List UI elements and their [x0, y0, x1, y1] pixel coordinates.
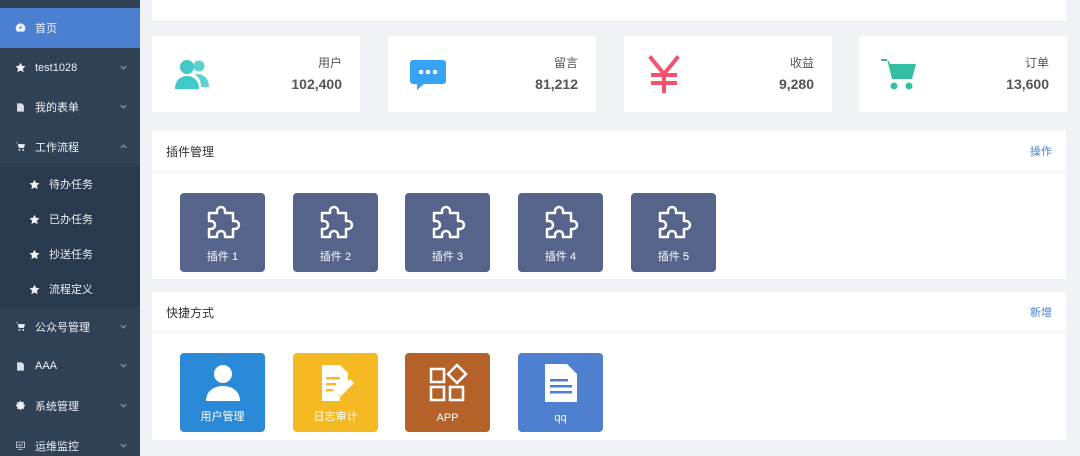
- star-icon: [28, 283, 40, 295]
- sidebar-item-label: 运维监控: [35, 440, 79, 453]
- panel-header: 快捷方式 新增: [152, 292, 1066, 333]
- monitor-icon: [14, 440, 26, 452]
- stat-value: 102,400: [291, 76, 342, 92]
- sidebar: 首页 test1028 我的表单 工作流程 待办任务 已办任务 抄送任务 流程定…: [0, 0, 140, 456]
- tile-label: 插件 3: [431, 251, 464, 263]
- sidebar-item-label: 系统管理: [35, 400, 79, 413]
- sidebar-top: [0, 0, 140, 8]
- sidebar-item-home[interactable]: 首页: [0, 8, 140, 48]
- sidebar-item-label: 待办任务: [49, 179, 93, 192]
- sidebar-item-official-account[interactable]: 公众号管理: [0, 307, 140, 347]
- plugin-tile-5[interactable]: 插件 5: [631, 193, 716, 272]
- plugin-management-panel: 插件管理 操作 插件 1 插件 2 插件 3 插件 4 插件 5: [152, 131, 1066, 279]
- cart-icon: [14, 141, 26, 153]
- users-icon: [172, 54, 212, 94]
- star-icon: [14, 62, 26, 74]
- star-icon: [28, 213, 40, 225]
- sidebar-subitem-cc-tasks[interactable]: 抄送任务: [0, 236, 140, 272]
- stat-card-orders[interactable]: 订单 13,600: [859, 36, 1067, 112]
- form-icon: [14, 360, 26, 372]
- dashboard-icon: [14, 22, 26, 34]
- sidebar-item-workflow[interactable]: 工作流程: [0, 127, 140, 167]
- sidebar-item-test1028[interactable]: test1028: [0, 48, 140, 88]
- sidebar-item-label: 已办任务: [49, 214, 93, 227]
- apps-icon: [426, 361, 470, 405]
- chevron-down-icon: [119, 322, 128, 331]
- document-icon: [539, 361, 583, 405]
- main-content: 用户 102,400 留言 81,212 收益 9,280 订单 13,600 …: [140, 0, 1080, 456]
- shortcut-tile-app[interactable]: APP: [405, 353, 490, 432]
- tile-label: 用户管理: [200, 411, 245, 423]
- chevron-down-icon: [119, 102, 128, 111]
- sidebar-subitem-todo-tasks[interactable]: 待办任务: [0, 166, 140, 202]
- tile-label: qq: [554, 412, 567, 424]
- shortcut-tile-qq[interactable]: qq: [518, 353, 603, 432]
- sidebar-item-label: test1028: [35, 61, 78, 74]
- chevron-down-icon: [119, 361, 128, 370]
- shortcuts-panel: 快捷方式 新增 用户管理 日志审计 APP qq: [152, 292, 1066, 440]
- plugin-tile-1[interactable]: 插件 1: [180, 193, 265, 272]
- stat-card-revenue[interactable]: 收益 9,280: [624, 36, 832, 112]
- sidebar-subitem-process-definition[interactable]: 流程定义: [0, 271, 140, 307]
- yen-icon: [644, 54, 684, 94]
- log-edit-icon: [314, 361, 358, 405]
- sidebar-item-ops-monitoring[interactable]: 运维监控: [0, 426, 140, 456]
- sidebar-item-label: 工作流程: [35, 141, 79, 154]
- stat-label: 留言: [553, 56, 578, 70]
- sidebar-item-system-management[interactable]: 系统管理: [0, 386, 140, 426]
- chevron-down-icon: [119, 63, 128, 72]
- shortcut-tile-user-management[interactable]: 用户管理: [180, 353, 265, 432]
- star-icon: [28, 248, 40, 260]
- sidebar-item-aaa[interactable]: AAA: [0, 346, 140, 386]
- plugin-tile-2[interactable]: 插件 2: [293, 193, 378, 272]
- plugin-tile-4[interactable]: 插件 4: [518, 193, 603, 272]
- star-icon: [28, 178, 40, 190]
- puzzle-icon: [314, 201, 358, 245]
- shortcut-tile-log-audit[interactable]: 日志审计: [293, 353, 378, 432]
- panel-title: 快捷方式: [166, 305, 215, 320]
- sidebar-item-my-forms[interactable]: 我的表单: [0, 87, 140, 127]
- stat-card-users[interactable]: 用户 102,400: [152, 36, 360, 112]
- panel-title: 插件管理: [166, 144, 215, 159]
- sidebar-subitem-done-tasks[interactable]: 已办任务: [0, 201, 140, 237]
- sidebar-item-label: 首页: [35, 22, 57, 35]
- stat-label: 订单: [1024, 56, 1049, 70]
- cart-icon: [14, 321, 26, 333]
- tile-label: 插件 1: [206, 251, 239, 263]
- sidebar-item-label: AAA: [35, 360, 58, 373]
- add-link[interactable]: 新增: [1030, 304, 1052, 320]
- sidebar-item-label: 我的表单: [35, 102, 79, 115]
- chevron-down-icon: [119, 401, 128, 410]
- stat-card-messages[interactable]: 留言 81,212: [388, 36, 596, 112]
- stat-label: 收益: [789, 56, 814, 70]
- shopping-cart-icon: [879, 54, 919, 94]
- tile-label: APP: [436, 412, 459, 424]
- form-icon: [14, 101, 26, 113]
- puzzle-icon: [426, 201, 470, 245]
- sidebar-item-label: 公众号管理: [35, 321, 90, 334]
- stat-value: 13,600: [1006, 76, 1049, 92]
- tile-label: 日志审计: [313, 411, 358, 423]
- chevron-up-icon: [119, 142, 128, 151]
- puzzle-icon: [539, 201, 583, 245]
- tile-label: 插件 5: [657, 251, 690, 263]
- puzzle-icon: [201, 201, 245, 245]
- gear-icon: [14, 400, 26, 412]
- sidebar-item-label: 抄送任务: [49, 249, 93, 262]
- panel-header: 插件管理 操作: [152, 131, 1066, 172]
- tile-label: 插件 4: [544, 251, 577, 263]
- stat-value: 81,212: [535, 76, 578, 92]
- tile-label: 插件 2: [319, 251, 352, 263]
- top-header-bar: [152, 0, 1066, 22]
- puzzle-icon: [652, 201, 696, 245]
- sidebar-item-label: 流程定义: [49, 284, 93, 297]
- user-icon: [201, 361, 245, 405]
- operate-link[interactable]: 操作: [1030, 143, 1052, 159]
- stat-value: 9,280: [778, 76, 814, 92]
- plugin-tile-3[interactable]: 插件 3: [405, 193, 490, 272]
- stat-label: 用户: [317, 56, 342, 70]
- message-icon: [408, 54, 448, 94]
- chevron-down-icon: [119, 441, 128, 450]
